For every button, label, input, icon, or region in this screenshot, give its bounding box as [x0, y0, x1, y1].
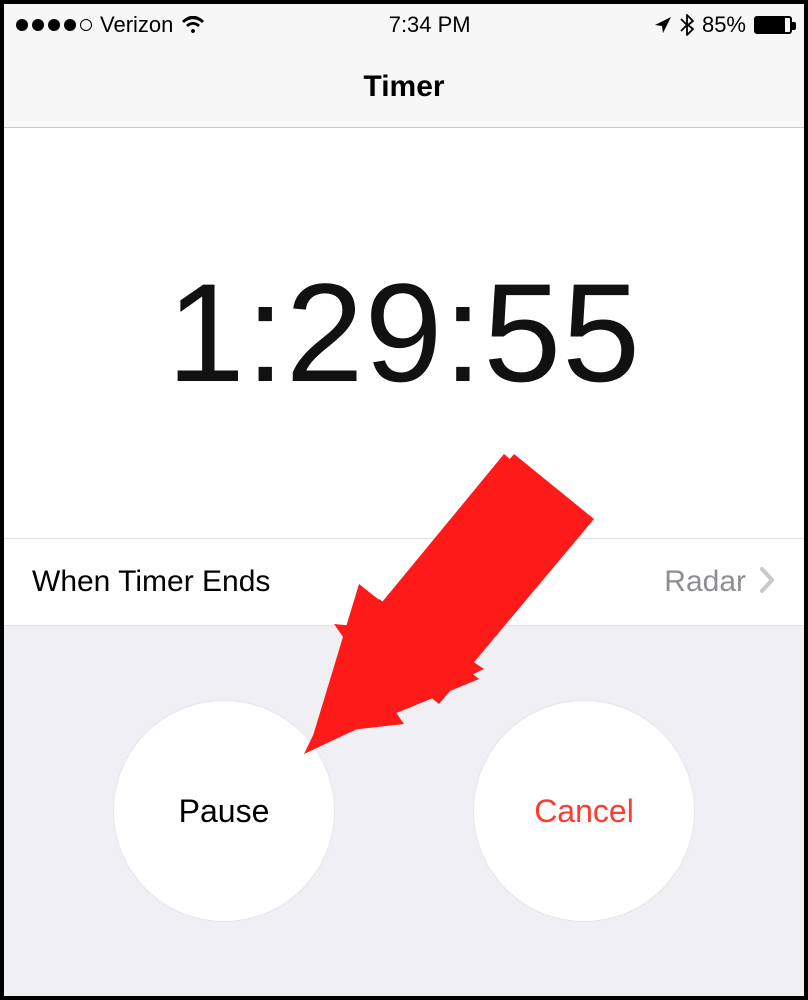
signal-strength-icon — [16, 19, 92, 31]
cancel-button-label: Cancel — [534, 793, 634, 830]
pause-button-label: Pause — [179, 793, 270, 830]
cancel-button[interactable]: Cancel — [474, 701, 694, 921]
bluetooth-icon — [680, 14, 694, 36]
location-icon — [654, 16, 672, 34]
battery-percent: 85% — [702, 12, 746, 38]
when-timer-ends-label: When Timer Ends — [32, 565, 270, 599]
timer-display: 1:29:55 — [4, 128, 804, 538]
when-timer-ends-row[interactable]: When Timer Ends Radar — [4, 538, 804, 626]
nav-header: Timer — [4, 46, 804, 128]
status-time: 7:34 PM — [389, 12, 471, 38]
carrier-label: Verizon — [100, 12, 173, 38]
timer-time: 1:29:55 — [167, 252, 641, 414]
battery-fill — [756, 18, 785, 32]
status-bar: Verizon 7:34 PM 85% — [4, 4, 804, 46]
chevron-right-icon — [758, 565, 776, 600]
pause-button[interactable]: Pause — [114, 701, 334, 921]
battery-icon — [754, 16, 792, 34]
wifi-icon — [181, 16, 205, 34]
page-title: Timer — [363, 70, 444, 104]
when-timer-ends-value: Radar — [664, 565, 746, 599]
buttons-area: Pause Cancel — [4, 626, 804, 996]
